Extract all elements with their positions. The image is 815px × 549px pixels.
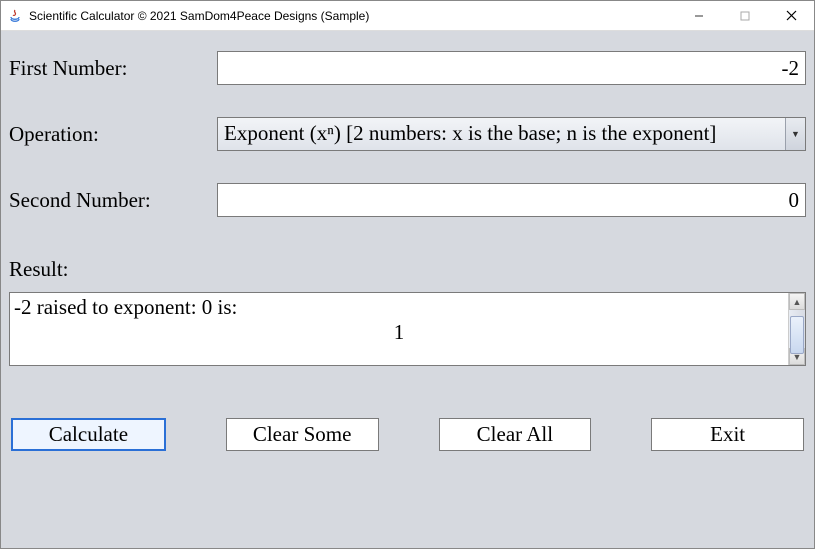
- java-app-icon: [7, 8, 23, 24]
- first-number-label: First Number:: [9, 56, 217, 81]
- titlebar: Scientific Calculator © 2021 SamDom4Peac…: [1, 1, 814, 31]
- operation-selected-text: Exponent (xⁿ) [2 numbers: x is the base;…: [218, 118, 785, 150]
- close-button[interactable]: [768, 1, 814, 30]
- calculate-button[interactable]: Calculate: [11, 418, 166, 451]
- result-line-1: -2 raised to exponent: 0 is:: [14, 295, 784, 320]
- chevron-down-icon[interactable]: ▼: [785, 118, 805, 150]
- scroll-track[interactable]: [789, 310, 805, 348]
- operation-select[interactable]: Exponent (xⁿ) [2 numbers: x is the base;…: [217, 117, 806, 151]
- operation-label: Operation:: [9, 122, 217, 147]
- second-number-input[interactable]: [217, 183, 806, 217]
- second-number-label: Second Number:: [9, 188, 217, 213]
- result-scrollbar[interactable]: ▲ ▼: [788, 293, 805, 365]
- result-box: -2 raised to exponent: 0 is: 1 ▲ ▼: [9, 292, 806, 366]
- result-section: Result: -2 raised to exponent: 0 is: 1 ▲…: [9, 257, 806, 366]
- result-text: -2 raised to exponent: 0 is: 1: [10, 293, 788, 365]
- scroll-thumb[interactable]: [790, 316, 804, 354]
- second-number-row: Second Number:: [9, 183, 806, 217]
- result-label: Result:: [9, 257, 806, 282]
- operation-row: Operation: Exponent (xⁿ) [2 numbers: x i…: [9, 117, 806, 151]
- window-title: Scientific Calculator © 2021 SamDom4Peac…: [29, 9, 369, 23]
- first-number-row: First Number:: [9, 51, 806, 85]
- minimize-button[interactable]: [676, 1, 722, 30]
- app-window: Scientific Calculator © 2021 SamDom4Peac…: [0, 0, 815, 549]
- clear-all-button[interactable]: Clear All: [439, 418, 592, 451]
- first-number-input[interactable]: [217, 51, 806, 85]
- maximize-button[interactable]: [722, 1, 768, 30]
- content-panel: First Number: Operation: Exponent (xⁿ) […: [1, 31, 814, 548]
- result-line-2: 1: [14, 320, 784, 345]
- exit-button[interactable]: Exit: [651, 418, 804, 451]
- scroll-up-icon[interactable]: ▲: [789, 293, 805, 310]
- window-controls: [676, 1, 814, 30]
- clear-some-button[interactable]: Clear Some: [226, 418, 379, 451]
- button-row: Calculate Clear Some Clear All Exit: [9, 418, 806, 451]
